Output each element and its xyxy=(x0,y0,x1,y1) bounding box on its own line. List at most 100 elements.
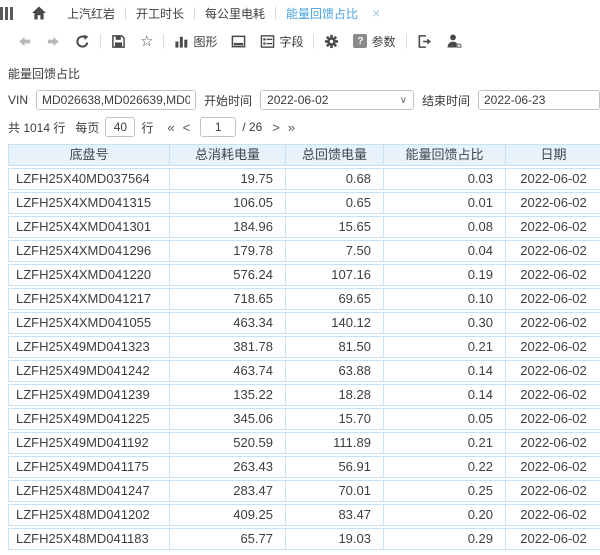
toolbar: ☆ 图形 字段 ? 参数 xyxy=(0,26,600,56)
first-page-button[interactable]: « xyxy=(163,120,178,135)
cell-date: 2022-06-02 xyxy=(506,384,600,406)
cell-date: 2022-06-02 xyxy=(506,168,600,190)
forward-arrow-icon xyxy=(46,34,61,49)
cell-total-regen: 70.01 xyxy=(286,480,384,502)
settings-button[interactable] xyxy=(317,34,346,49)
table-row: LZFH25X48MD04118365.7719.030.292022-06-0… xyxy=(8,528,600,550)
cell-total-consumed: 65.77 xyxy=(170,528,286,550)
table-row: LZFH25X4XMD041296179.787.500.042022-06-0… xyxy=(8,240,600,262)
cell-date: 2022-06-02 xyxy=(506,336,600,358)
col-header-total-regen: 总回馈电量 xyxy=(286,144,384,166)
fields-button[interactable]: 字段 xyxy=(253,33,310,50)
cell-date: 2022-06-02 xyxy=(506,456,600,478)
cell-total-regen: 15.70 xyxy=(286,408,384,430)
export-button[interactable] xyxy=(410,34,439,49)
last-page-button[interactable]: » xyxy=(284,120,299,135)
cell-chassis: LZFH25X48MD041183 xyxy=(8,528,170,550)
cell-total-regen: 56.91 xyxy=(286,456,384,478)
save-icon xyxy=(111,34,126,49)
cell-date: 2022-06-02 xyxy=(506,480,600,502)
cell-total-regen: 140.12 xyxy=(286,312,384,334)
cell-total-consumed: 106.05 xyxy=(170,192,286,214)
cell-total-regen: 111.89 xyxy=(286,432,384,454)
home-icon[interactable] xyxy=(31,5,47,21)
cell-total-consumed: 283.47 xyxy=(170,480,286,502)
cell-total-consumed: 19.75 xyxy=(170,168,286,190)
tab-energy-feedback-ratio[interactable]: 能量回馈占比 xyxy=(276,5,368,22)
page-title: 能量回馈占比 xyxy=(8,65,600,82)
cell-chassis: LZFH25X48MD041202 xyxy=(8,504,170,526)
table-row: LZFH25X4XMD041220576.24107.160.192022-06… xyxy=(8,264,600,286)
cell-date: 2022-06-02 xyxy=(506,312,600,334)
tab-work-duration[interactable]: 开工时长 xyxy=(126,5,194,22)
col-header-date: 日期 xyxy=(506,144,600,166)
save-button[interactable] xyxy=(104,34,133,49)
user-button[interactable] xyxy=(439,33,469,49)
table-body: LZFH25X40MD03756419.750.680.032022-06-02… xyxy=(8,168,600,550)
cell-total-consumed: 345.06 xyxy=(170,408,286,430)
cell-regen-ratio: 0.21 xyxy=(384,432,506,454)
cell-total-consumed: 135.22 xyxy=(170,384,286,406)
cell-regen-ratio: 0.05 xyxy=(384,408,506,430)
refresh-button[interactable] xyxy=(68,34,97,49)
params-button[interactable]: ? 参数 xyxy=(346,33,402,50)
cell-regen-ratio: 0.10 xyxy=(384,288,506,310)
panel-icon xyxy=(231,34,246,49)
table-row: LZFH25X48MD041247283.4770.010.252022-06-… xyxy=(8,480,600,502)
cell-chassis: LZFH25X4XMD041301 xyxy=(8,216,170,238)
table-row: LZFH25X49MD041239135.2218.280.142022-06-… xyxy=(8,384,600,406)
table-row: LZFH25X49MD041192520.59111.890.212022-06… xyxy=(8,432,600,454)
total-pages-label: / 26 xyxy=(242,120,262,134)
start-date-select[interactable]: 2022-06-02 ∨ xyxy=(260,90,414,110)
next-page-button[interactable]: > xyxy=(268,120,284,135)
cell-chassis: LZFH25X4XMD041217 xyxy=(8,288,170,310)
close-tab-icon[interactable]: × xyxy=(372,6,380,20)
cell-date: 2022-06-02 xyxy=(506,408,600,430)
chart-button[interactable]: 图形 xyxy=(167,33,224,50)
cell-regen-ratio: 0.29 xyxy=(384,528,506,550)
tab-shangqi-hongyan[interactable]: 上汽红岩 xyxy=(57,5,125,22)
tab-energy-per-km[interactable]: 每公里电耗 xyxy=(195,5,275,22)
cell-total-regen: 83.47 xyxy=(286,504,384,526)
end-date-input[interactable] xyxy=(478,90,600,110)
table-row: LZFH25X48MD041202409.2583.470.202022-06-… xyxy=(8,504,600,526)
cell-chassis: LZFH25X4XMD041220 xyxy=(8,264,170,286)
refresh-icon xyxy=(75,34,90,49)
cell-total-consumed: 184.96 xyxy=(170,216,286,238)
cell-chassis: LZFH25X49MD041323 xyxy=(8,336,170,358)
menu-grip-icon[interactable] xyxy=(0,7,13,20)
data-table: 底盘号 总消耗电量 总回馈电量 能量回馈占比 日期 LZFH25X40MD037… xyxy=(8,142,600,552)
toolbar-divider xyxy=(100,34,101,49)
cell-total-consumed: 576.24 xyxy=(170,264,286,286)
toolbar-divider xyxy=(406,34,407,49)
table-row: LZFH25X40MD03756419.750.680.032022-06-02 xyxy=(8,168,600,190)
cell-chassis: LZFH25X49MD041225 xyxy=(8,408,170,430)
cell-total-consumed: 381.78 xyxy=(170,336,286,358)
cell-date: 2022-06-02 xyxy=(506,360,600,382)
page-number-input[interactable] xyxy=(200,117,236,137)
vin-input[interactable] xyxy=(36,90,196,110)
prev-page-button[interactable]: < xyxy=(179,120,195,135)
cell-total-regen: 7.50 xyxy=(286,240,384,262)
gear-icon xyxy=(324,34,339,49)
cell-date: 2022-06-02 xyxy=(506,504,600,526)
start-time-label: 开始时间 xyxy=(204,92,252,109)
cell-chassis: LZFH25X49MD041175 xyxy=(8,456,170,478)
cell-regen-ratio: 0.08 xyxy=(384,216,506,238)
panel-button[interactable] xyxy=(224,34,253,49)
table-row: LZFH25X4XMD041315106.050.650.012022-06-0… xyxy=(8,192,600,214)
table-row: LZFH25X49MD041242463.7463.880.142022-06-… xyxy=(8,360,600,382)
back-button[interactable] xyxy=(10,34,39,49)
table-row: LZFH25X49MD041323381.7881.500.212022-06-… xyxy=(8,336,600,358)
cell-total-regen: 81.50 xyxy=(286,336,384,358)
per-page-input[interactable] xyxy=(105,117,135,137)
cell-date: 2022-06-02 xyxy=(506,528,600,550)
chevron-down-icon: ∨ xyxy=(400,95,407,106)
toolbar-divider xyxy=(163,34,164,49)
forward-button[interactable] xyxy=(39,34,68,49)
per-page-label: 每页 xyxy=(75,119,99,136)
favorite-button[interactable]: ☆ xyxy=(133,32,160,50)
cell-total-regen: 69.65 xyxy=(286,288,384,310)
cell-regen-ratio: 0.14 xyxy=(384,360,506,382)
filter-bar: VIN 开始时间 2022-06-02 ∨ 结束时间 xyxy=(8,90,600,110)
